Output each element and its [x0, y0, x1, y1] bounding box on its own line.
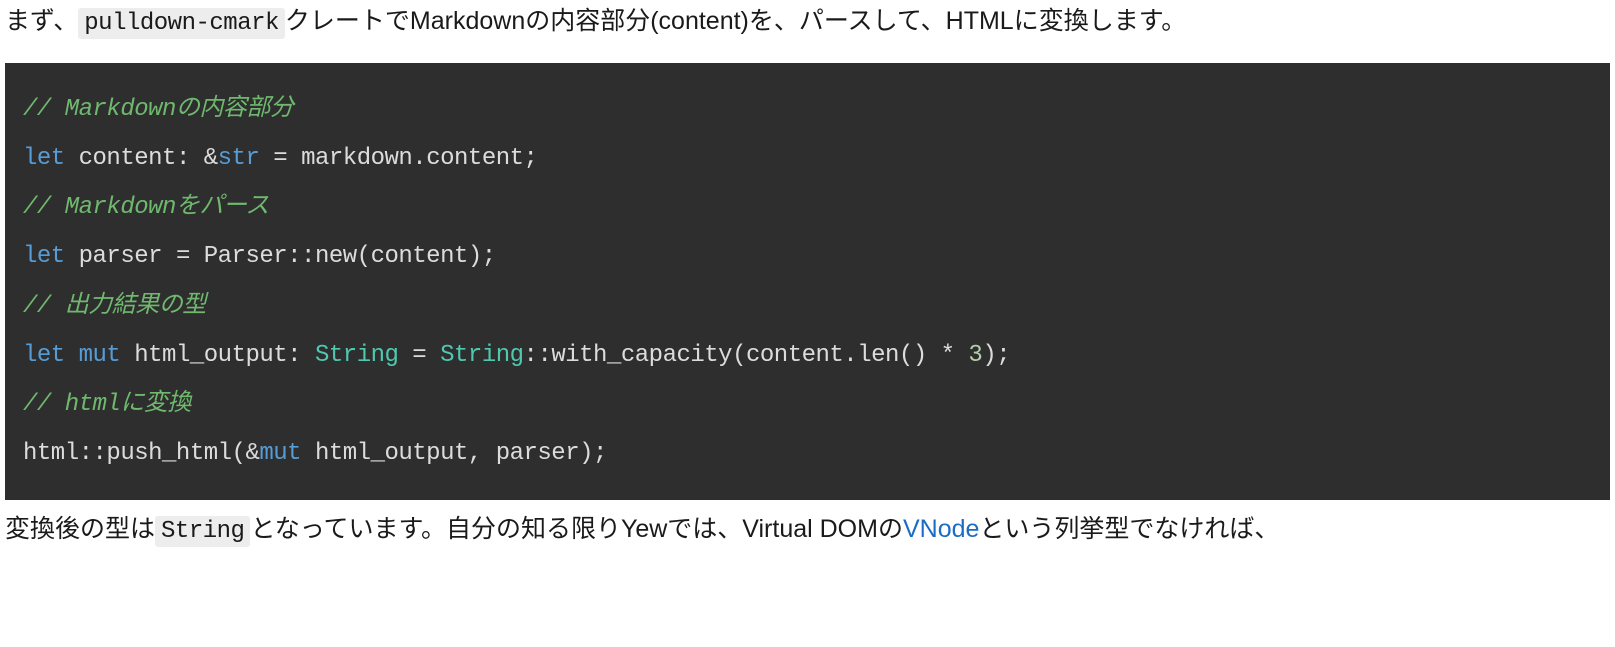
code-type: String — [315, 342, 398, 369]
code-text: = — [398, 342, 440, 369]
code-text: parser = Parser::new(content); — [65, 243, 496, 270]
code-text: ); — [982, 342, 1010, 369]
text: という列挙型でなければ、 — [979, 515, 1279, 543]
text: クレートでMarkdownの内容部分(content)を、パースして、HTMLに… — [285, 7, 1186, 35]
code-text: html_output, parser); — [301, 440, 607, 467]
text: まず、 — [5, 7, 78, 35]
code-comment: // Markdownをパース — [23, 194, 269, 221]
code-text: = markdown.content; — [259, 145, 537, 172]
paragraph-2: 変換後の型はStringとなっています。自分の知る限りYewでは、Virtual… — [5, 508, 1610, 553]
code-text: html::push_html(& — [23, 440, 259, 467]
text: となっています。自分の知る限りYewでは、Virtual DOMの — [250, 515, 903, 543]
code-comment: // 出力結果の型 — [23, 293, 206, 320]
code-block-rust: // Markdownの内容部分 let content: &str = mar… — [5, 63, 1610, 501]
code-keyword: str — [218, 145, 260, 172]
code-comment: // htmlに変換 — [23, 391, 191, 418]
code-keyword: let — [23, 145, 65, 172]
code-number: 3 — [968, 342, 982, 369]
code-text: ::with_capacity(content.len() * — [524, 342, 969, 369]
inline-code-string: String — [155, 516, 250, 547]
code-type: String — [440, 342, 523, 369]
code-text: html_output: — [120, 342, 315, 369]
article-body: まず、pulldown-cmarkクレートでMarkdownの内容部分(cont… — [0, 0, 1615, 553]
inline-code-pulldown-cmark: pulldown-cmark — [78, 8, 285, 39]
code-keyword: let — [23, 243, 65, 270]
paragraph-1: まず、pulldown-cmarkクレートでMarkdownの内容部分(cont… — [5, 0, 1610, 45]
link-vnode[interactable]: VNode — [903, 515, 979, 543]
code-keyword: let — [23, 342, 65, 369]
code-keyword: mut — [79, 342, 121, 369]
code-keyword: mut — [259, 440, 301, 467]
code-comment: // Markdownの内容部分 — [23, 96, 293, 123]
text: 変換後の型は — [5, 515, 155, 543]
code-text: content: & — [65, 145, 218, 172]
code-text — [65, 342, 79, 369]
